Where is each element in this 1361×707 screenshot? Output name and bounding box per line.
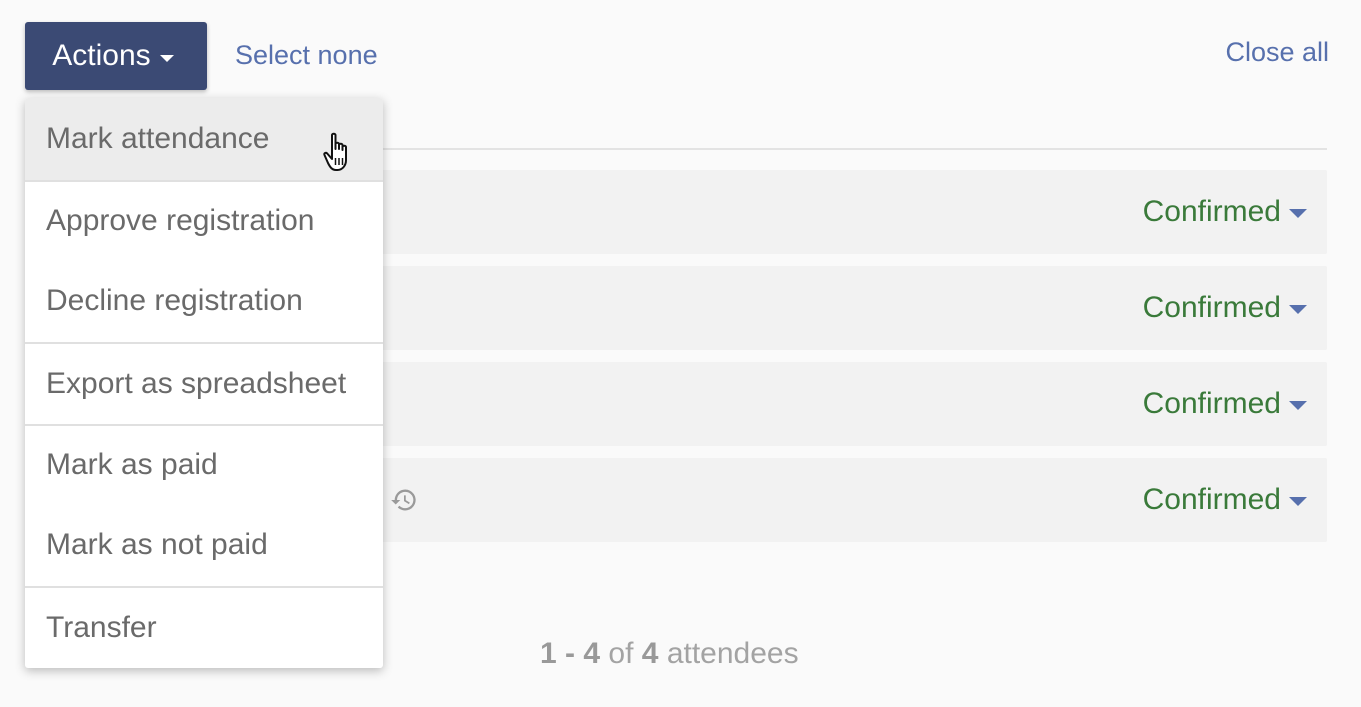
actions-dropdown-menu: Mark attendance Approve registration Dec… xyxy=(25,98,383,668)
select-none-link[interactable]: Select none xyxy=(235,40,378,71)
status-label: Confirmed xyxy=(1142,387,1281,420)
status-label: Confirmed xyxy=(1142,483,1281,516)
history-icon xyxy=(390,486,418,514)
status-dropdown[interactable]: Confirmed xyxy=(1143,483,1307,517)
menu-item-transfer[interactable]: Transfer xyxy=(25,588,383,668)
pagination-start: 1 xyxy=(540,637,557,670)
caret-down-icon xyxy=(1289,304,1307,314)
caret-down-icon xyxy=(1289,208,1307,218)
pagination-summary: 1 - 4 of 4 attendees xyxy=(540,637,799,671)
menu-item-approve-registration[interactable]: Approve registration xyxy=(25,182,383,260)
pagination-total: 4 xyxy=(641,637,659,670)
actions-button[interactable]: Actions xyxy=(25,22,207,90)
actions-button-label: Actions xyxy=(52,39,151,72)
status-dropdown[interactable]: Confirmed xyxy=(1143,387,1307,421)
attendee-list-page: Actions Select none Close all Confirmed … xyxy=(0,0,1361,707)
status-label: Confirmed xyxy=(1142,195,1281,228)
caret-down-icon xyxy=(1289,400,1307,410)
close-all-link[interactable]: Close all xyxy=(1225,37,1329,68)
menu-item-export-spreadsheet[interactable]: Export as spreadsheet xyxy=(25,344,383,424)
hand-pointer-icon xyxy=(322,132,358,179)
menu-item-decline-registration[interactable]: Decline registration xyxy=(25,260,383,342)
status-dropdown[interactable]: Confirmed xyxy=(1143,291,1307,325)
pagination-unit: attendees xyxy=(666,637,799,670)
status-label: Confirmed xyxy=(1142,291,1281,324)
pagination-of: of xyxy=(608,637,634,670)
menu-item-mark-as-not-paid[interactable]: Mark as not paid xyxy=(25,504,383,586)
menu-item-mark-as-paid[interactable]: Mark as paid xyxy=(25,426,383,504)
caret-down-icon xyxy=(159,54,174,62)
status-dropdown[interactable]: Confirmed xyxy=(1143,195,1307,229)
caret-down-icon xyxy=(1289,496,1307,506)
pagination-dash: - xyxy=(565,637,576,670)
pagination-end: 4 xyxy=(583,637,601,670)
